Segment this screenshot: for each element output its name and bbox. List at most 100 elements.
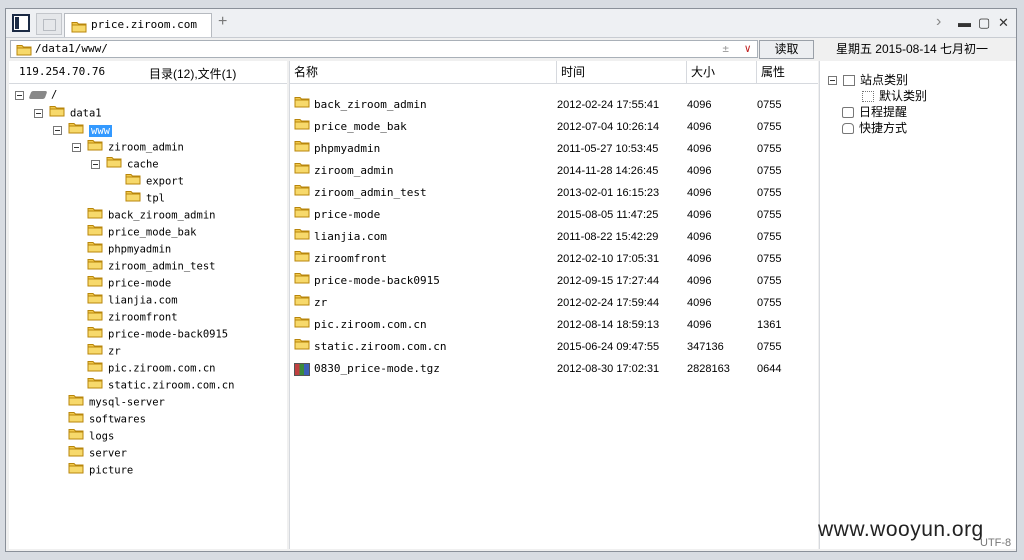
tree-item[interactable]: picture [68, 461, 133, 478]
tree-item[interactable]: mysql-server [68, 393, 165, 410]
folder-icon [87, 259, 103, 273]
tree-item[interactable]: zr [87, 342, 121, 359]
file-attr: 0755 [757, 143, 782, 155]
folder-icon [294, 185, 310, 199]
tree-item-label: picture [89, 464, 134, 477]
col-header-time[interactable]: 时间 [557, 61, 687, 83]
table-row[interactable]: pic.ziroom.com.cn 2012-08-14 18:59:13 4096… [290, 314, 818, 336]
tree-item-label: ziroom_admin_test [108, 260, 216, 273]
tree-item[interactable]: cache [91, 155, 159, 172]
maximize-icon[interactable]: ▢ [978, 15, 990, 31]
tree-item[interactable]: ziroomfront [87, 308, 178, 325]
side-item[interactable]: 快捷方式 [842, 120, 907, 136]
col-header-name[interactable]: 名称 [290, 61, 557, 83]
table-row[interactable]: zr 2012-02-24 17:59:44 4096 0755 [290, 292, 818, 314]
tab-active[interactable]: price.ziroom.com [64, 13, 212, 37]
file-name: lianjia.com [294, 226, 387, 248]
shortcut-icon [842, 123, 854, 135]
file-manager-window: price.ziroom.com + › ▬ ▢ ✕ /data1/www/ ±… [5, 8, 1017, 552]
file-time: 2012-07-04 10:26:14 [557, 121, 660, 133]
side-item[interactable]: 站点类别 [828, 72, 908, 88]
tree-item-label: softwares [89, 413, 146, 426]
header-divider [290, 83, 818, 84]
folder-icon [294, 251, 310, 265]
folder-icon [106, 157, 122, 171]
tree-item[interactable]: tpl [125, 189, 165, 206]
collapse-icon[interactable] [15, 90, 24, 100]
table-row[interactable]: static.ziroom.com.cn 2015-06-24 09:47:55 3… [290, 336, 818, 358]
tree-item[interactable]: price-mode [87, 274, 171, 291]
dir-count: 目录(12),文件(1) [149, 67, 237, 81]
side-item[interactable]: 日程提醒 [842, 104, 907, 120]
file-name-text: price-mode [314, 208, 381, 221]
tree-item[interactable]: softwares [68, 410, 146, 427]
file-attr: 0755 [757, 165, 782, 177]
collapse-icon[interactable] [828, 76, 837, 86]
col-header-attr[interactable]: 属性 [757, 61, 818, 83]
tab-title: price.ziroom.com [91, 18, 197, 31]
tree-item[interactable]: / [15, 87, 57, 104]
tree-item[interactable]: lianjia.com [87, 291, 178, 308]
new-tab-icon[interactable]: + [218, 13, 227, 31]
side-item[interactable]: 默认类别 [862, 88, 927, 104]
folder-icon [294, 273, 310, 287]
col-header-size[interactable]: 大小 [687, 61, 757, 83]
side-item-label: 站点类别 [860, 73, 909, 87]
table-row[interactable]: price_mode_bak 2012-07-04 10:26:14 4096 075… [290, 116, 818, 138]
panel-toggle-icon[interactable] [12, 14, 30, 32]
tree-item[interactable]: pic.ziroom.com.cn [87, 359, 215, 376]
table-row[interactable]: ziroomfront 2012-02-10 17:05:31 4096 0755 [290, 248, 818, 270]
tree-item[interactable]: ziroom_admin_test [87, 257, 215, 274]
tree-item[interactable]: logs [68, 427, 114, 444]
file-size: 4096 [687, 209, 712, 221]
side-pane: 站点类别 默认类别 日程提醒 快捷方式 [819, 61, 1016, 549]
tree-item[interactable]: static.ziroom.com.cn [87, 376, 234, 393]
tree-item-label: tpl [146, 192, 165, 205]
tree-item[interactable]: www [53, 121, 112, 138]
table-row[interactable]: price-mode-back0915 2012-09-15 17:27:44 40… [290, 270, 818, 292]
collapse-icon[interactable] [34, 109, 43, 118]
address-bar[interactable]: /data1/www/ ± ∨ [10, 40, 758, 58]
file-size: 4096 [687, 253, 712, 265]
file-time: 2015-06-24 09:47:55 [557, 341, 660, 353]
table-row[interactable]: ziroom_admin_test 2013-02-01 16:15:23 4096… [290, 182, 818, 204]
table-row[interactable]: lianjia.com 2011-08-22 15:42:29 4096 0755 [290, 226, 818, 248]
drive-icon [28, 91, 48, 99]
chevron-right-icon[interactable]: › [936, 13, 941, 31]
tree-item[interactable]: phpmyadmin [87, 240, 171, 257]
table-row[interactable]: price-mode 2015-08-05 11:47:25 4096 0755 [290, 204, 818, 226]
tree-item[interactable]: data1 [34, 104, 102, 121]
table-row[interactable]: ziroom_admin 2014-11-28 14:26:45 4096 0755 [290, 160, 818, 182]
read-button[interactable]: 读取 [759, 40, 814, 59]
tab-bar: price.ziroom.com + › ▬ ▢ ✕ [6, 9, 1016, 38]
chevron-down-icon[interactable]: ∨ [744, 41, 751, 57]
expand-icon[interactable]: ± [722, 41, 729, 57]
collapse-icon[interactable] [72, 143, 81, 152]
folder-icon [294, 163, 310, 177]
close-icon[interactable]: ✕ [998, 15, 1009, 31]
blank-tab[interactable] [36, 13, 62, 35]
collapse-icon[interactable] [53, 126, 62, 135]
table-row[interactable]: 0830_price-mode.tgz 2012-08-30 17:02:31 28… [290, 358, 818, 380]
table-row[interactable]: phpmyadmin 2011-05-27 10:53:45 4096 0755 [290, 138, 818, 160]
tree-item-label: logs [89, 430, 115, 443]
tree-item[interactable]: price_mode_bak [87, 223, 197, 240]
file-attr: 0644 [757, 363, 782, 375]
folder-icon [68, 463, 84, 477]
minimize-icon[interactable]: ▬ [958, 15, 971, 30]
tree-item[interactable]: price-mode-back0915 [87, 325, 228, 342]
server-ip: 119.254.70.76 [19, 65, 106, 78]
table-row[interactable]: back_ziroom_admin 2012-02-24 17:55:41 4096… [290, 94, 818, 116]
collapse-icon[interactable] [91, 160, 100, 169]
folder-icon [68, 123, 84, 137]
category-icon [862, 91, 874, 103]
file-attr: 0755 [757, 121, 782, 133]
tree-item[interactable]: ziroom_admin [72, 138, 184, 155]
tree-item[interactable]: export [125, 172, 184, 189]
tree-item[interactable]: back_ziroom_admin [87, 206, 215, 223]
tree-item-label: ziroomfront [108, 311, 178, 324]
folder-icon [87, 327, 103, 341]
tree-item[interactable]: server [68, 444, 127, 461]
file-attr: 0755 [757, 187, 782, 199]
folder-icon [294, 97, 310, 111]
